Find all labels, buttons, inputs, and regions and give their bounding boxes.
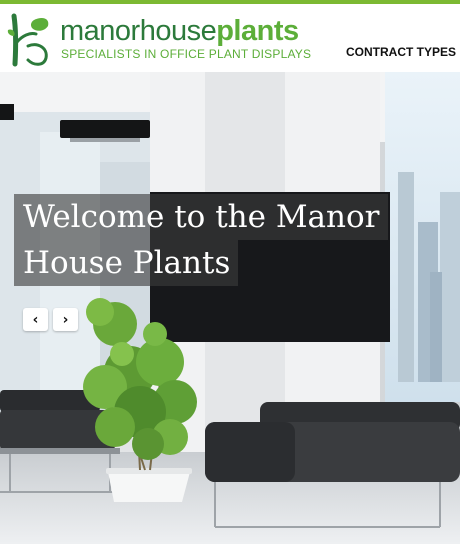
brand-name-part2: plants [216, 15, 299, 47]
brand-name-part1: manorhouse [60, 15, 217, 47]
hero-title-line1: Welcome to the Manor [14, 194, 388, 240]
brand-logo-text[interactable]: manorhouseplants [60, 16, 299, 46]
site-header: manorhouseplants SPECIALISTS IN OFFICE P… [0, 4, 460, 72]
nav-contract-types[interactable]: CONTRACT TYPES [346, 45, 456, 59]
page: manorhouseplants SPECIALISTS IN OFFICE P… [0, 0, 460, 544]
chevron-right-icon: › [62, 311, 69, 328]
hero-title-line2: House Plants [14, 240, 239, 286]
slider-next-button[interactable]: › [53, 308, 78, 331]
brand-tagline: SPECIALISTS IN OFFICE PLANT DISPLAYS [61, 47, 312, 61]
hero-slider: Welcome to the Manor House Plants ‹ › [0, 72, 460, 544]
plant-leaf-icon[interactable] [6, 12, 52, 68]
hero-title: Welcome to the Manor House Plants [14, 194, 388, 286]
slider-prev-button[interactable]: ‹ [23, 308, 48, 331]
chevron-left-icon: ‹ [32, 311, 39, 328]
